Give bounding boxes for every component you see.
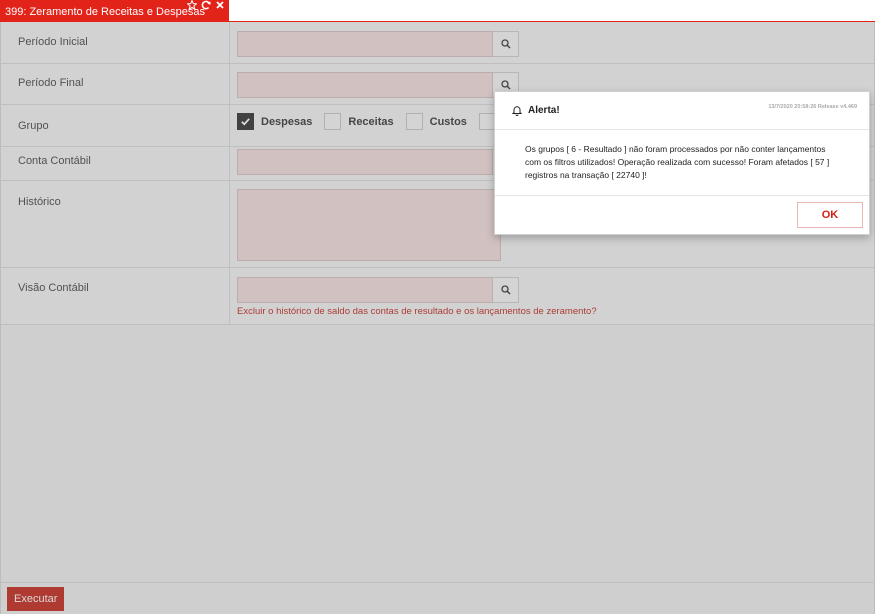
refresh-icon[interactable] bbox=[201, 0, 211, 10]
alert-dialog: Alerta! 13/7/2020 20:58:26 Release v4.46… bbox=[494, 91, 870, 235]
bell-icon bbox=[512, 106, 522, 116]
tab-actions bbox=[187, 0, 225, 12]
ok-button[interactable]: OK bbox=[797, 202, 863, 228]
alert-title: Alerta! bbox=[528, 105, 560, 116]
page: 399: Zeramento de Receitas e Despesas Pe… bbox=[0, 0, 875, 614]
tab-title: 399: Zeramento de Receitas e Despesas bbox=[5, 6, 205, 18]
alert-meta: 13/7/2020 20:58:26 Release v4.469 bbox=[768, 104, 857, 110]
alert-message: Os grupos [ 6 - Resultado ] não foram pr… bbox=[495, 130, 869, 196]
star-icon[interactable] bbox=[187, 0, 197, 10]
close-icon[interactable] bbox=[215, 0, 225, 10]
tab-bar: 399: Zeramento de Receitas e Despesas bbox=[0, 0, 875, 22]
alert-header: Alerta! 13/7/2020 20:58:26 Release v4.46… bbox=[495, 92, 869, 130]
